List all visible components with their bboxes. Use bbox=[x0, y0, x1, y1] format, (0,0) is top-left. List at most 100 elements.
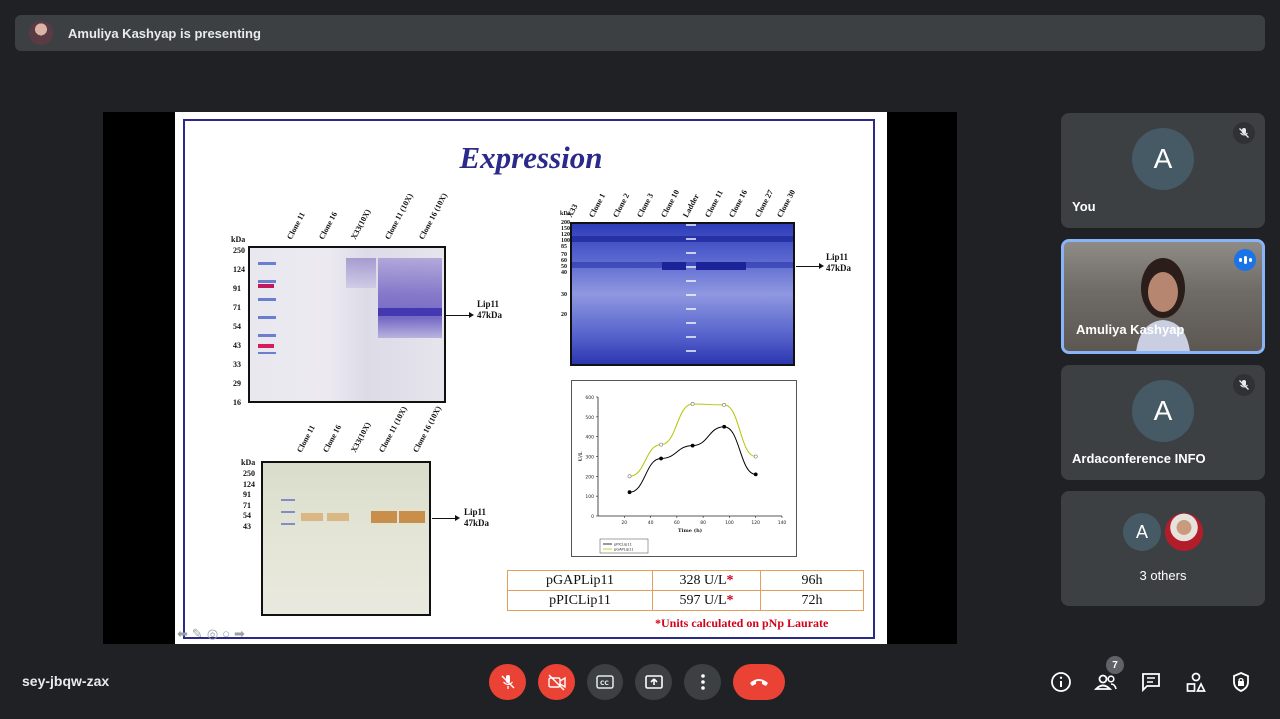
captions-button[interactable]: CC bbox=[587, 664, 623, 700]
pen-icon[interactable]: ✎ bbox=[192, 626, 203, 642]
participant-name: You bbox=[1072, 199, 1096, 214]
kda-marker: 250 bbox=[233, 246, 245, 255]
gel2-arrow bbox=[796, 263, 824, 269]
table-row: pGAPLip11 328 U/L* 96h bbox=[507, 570, 864, 591]
meeting-code: sey-jbqw-zax bbox=[22, 673, 110, 689]
gel2-lane-labels: X33 Clone 1 Clone 2 Clone 3 Clone 10 Lad… bbox=[565, 188, 803, 219]
kda-marker: 30 bbox=[561, 292, 567, 298]
kda-marker: 43 bbox=[243, 521, 251, 531]
table-cell: pGAPLip11 bbox=[507, 570, 653, 591]
data-point bbox=[753, 454, 758, 459]
gel1-band-label: Lip11 47kDa bbox=[477, 299, 502, 321]
camera-toggle-button[interactable] bbox=[538, 664, 575, 700]
data-point bbox=[627, 490, 632, 495]
avatar: A bbox=[1132, 380, 1194, 442]
participant-name: Ardaconference INFO bbox=[1072, 451, 1206, 466]
meeting-details-button[interactable] bbox=[1049, 670, 1073, 694]
kda-marker: 16 bbox=[233, 398, 241, 407]
table-cell: 597 U/L* bbox=[652, 590, 761, 611]
series-line bbox=[629, 403, 756, 477]
avatar: A bbox=[1132, 128, 1194, 190]
y-axis-label: U/L bbox=[578, 451, 584, 461]
camera-off-icon bbox=[547, 674, 566, 691]
data-point bbox=[690, 443, 695, 448]
activity-value: 328 U/L bbox=[679, 572, 727, 588]
activity-chart: 0 100 200 300 400 500 600 20 40 60 80 100 120 140 Time… bbox=[571, 380, 797, 557]
mic-off-icon bbox=[1233, 374, 1255, 396]
svg-text:CC: CC bbox=[600, 680, 609, 687]
y-tick-label: 100 bbox=[585, 494, 594, 500]
gel1-lane-labels: Clone 11 Clone 16 X33(10X) Clone 11 (10X… bbox=[285, 192, 459, 241]
kda-marker: 91 bbox=[243, 490, 251, 499]
more-vert-icon bbox=[700, 674, 705, 690]
gel2-kda-header: kDa bbox=[560, 211, 571, 217]
y-tick-label: 500 bbox=[585, 415, 594, 421]
y-tick-label: 600 bbox=[585, 395, 594, 401]
chat-icon bbox=[1142, 673, 1160, 693]
activity-chart-svg: 0 100 200 300 400 500 600 20 40 60 80 100 120 140 Time… bbox=[578, 395, 787, 554]
avatar: A bbox=[1123, 513, 1161, 551]
x-tick-label: 20 bbox=[621, 520, 627, 526]
gel3-image bbox=[261, 461, 431, 616]
y-tick-label: 300 bbox=[585, 455, 594, 461]
mic-off-icon bbox=[1233, 122, 1255, 144]
host-controls-button[interactable] bbox=[1229, 670, 1253, 694]
activity-value: 597 U/L bbox=[679, 592, 727, 608]
participant-name: Amuliya Kashyap bbox=[1076, 322, 1185, 337]
zoom-icon[interactable]: ○ bbox=[222, 626, 230, 642]
kda-marker: 54 bbox=[243, 511, 251, 520]
info-icon bbox=[1051, 672, 1071, 692]
hang-up-icon bbox=[750, 679, 768, 686]
band-label-line: 47kDa bbox=[826, 263, 852, 273]
mic-toggle-button[interactable] bbox=[489, 664, 526, 700]
band-label-line: 47kDa bbox=[477, 310, 503, 320]
slide-title: Expression bbox=[459, 140, 603, 175]
slide-toolbar: ⬅ ✎ ◎ ○ ➡ bbox=[177, 626, 245, 642]
prev-slide-icon[interactable]: ⬅ bbox=[177, 626, 188, 642]
x-tick-label: 120 bbox=[751, 520, 760, 526]
data-point bbox=[722, 403, 727, 407]
mic-off-icon bbox=[500, 675, 515, 689]
chat-button[interactable] bbox=[1139, 670, 1163, 694]
star-mark: * bbox=[726, 592, 734, 608]
presentation-slide: Expression Clone 11 Clone 16 X33(10X) Cl… bbox=[175, 112, 887, 644]
gel3-lane-labels: Clone 11 Clone 16 X33(10X) Clone 11 (10X… bbox=[295, 405, 453, 454]
kda-marker: 71 bbox=[233, 303, 241, 312]
participant-tile-presenter[interactable]: Amuliya Kashyap bbox=[1061, 239, 1265, 354]
activities-button[interactable] bbox=[1184, 670, 1208, 694]
participant-tile-ardaconference[interactable]: A Ardaconference INFO bbox=[1061, 365, 1265, 480]
kda-marker: 43 bbox=[233, 341, 241, 350]
kda-marker: 54 bbox=[233, 322, 241, 331]
band-label-line: 47kDa bbox=[464, 518, 490, 528]
gel3-kda-header: kDa bbox=[241, 458, 256, 467]
next-slide-icon[interactable]: ➡ bbox=[234, 626, 245, 642]
participant-tile-others[interactable]: A 3 others bbox=[1061, 491, 1265, 606]
others-avatars: A bbox=[1123, 513, 1203, 551]
table-row: pPICLip11 597 U/L* 72h bbox=[507, 590, 864, 611]
slide-menu-icon[interactable]: ◎ bbox=[207, 626, 218, 642]
y-tick-label: 0 bbox=[591, 514, 594, 520]
present-screen-icon bbox=[644, 675, 663, 689]
y-tick-label: 400 bbox=[585, 435, 594, 441]
table-cell: 96h bbox=[760, 570, 864, 591]
kda-marker: 124 bbox=[243, 479, 255, 489]
legend-label: pPICLip11 bbox=[614, 543, 632, 547]
people-count-badge: 7 bbox=[1106, 656, 1124, 674]
slide-footnote: *Units calculated on pNp Laurate bbox=[655, 616, 829, 630]
gel1-image bbox=[248, 246, 446, 403]
gel2-band-label: Lip11 47kDa bbox=[826, 252, 851, 274]
presenting-banner: Amuliya Kashyap is presenting bbox=[15, 15, 1265, 51]
more-options-button[interactable] bbox=[684, 664, 721, 700]
kda-marker: 29 bbox=[233, 379, 241, 388]
x-tick-label: 60 bbox=[674, 520, 680, 526]
participant-tile-you[interactable]: A You bbox=[1061, 113, 1265, 228]
kda-marker: 91 bbox=[233, 284, 241, 293]
series-line bbox=[629, 426, 756, 493]
presenter-avatar bbox=[29, 21, 53, 45]
present-now-button[interactable] bbox=[635, 664, 672, 700]
leave-call-button[interactable] bbox=[733, 664, 785, 700]
people-icon bbox=[1094, 674, 1117, 690]
shield-lock-icon bbox=[1233, 672, 1249, 692]
activities-icon bbox=[1186, 672, 1206, 692]
x-tick-label: 140 bbox=[778, 520, 787, 526]
